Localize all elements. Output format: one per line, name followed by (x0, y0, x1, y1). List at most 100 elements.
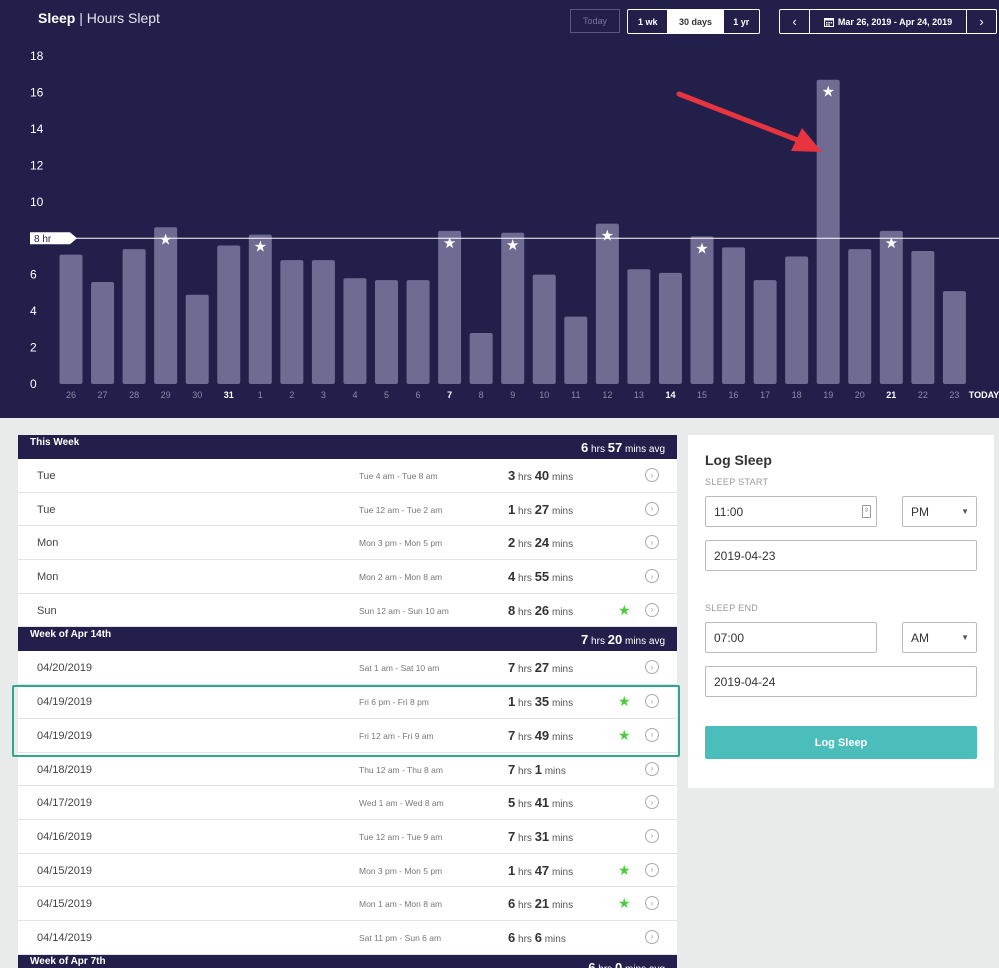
range-1-year-button[interactable]: 1 yr (724, 10, 759, 33)
range-1-week-button[interactable]: 1 wk (628, 10, 667, 33)
chevron-right-circle-icon[interactable]: › (645, 501, 659, 516)
row-mins-unit: mins (551, 505, 574, 517)
chart-bar (690, 236, 714, 384)
sleep-log-row[interactable]: Sun Sun 12 am - Sun 10 am 8 hrs 26 mins ★ › (18, 593, 677, 628)
chart-bar (595, 223, 619, 384)
chart-bar (217, 245, 241, 384)
row-mins-unit: mins (551, 832, 574, 844)
row-duration: 6 hrs 6 mins (508, 930, 566, 945)
chart-bar (564, 316, 588, 384)
row-hrs: 7 (508, 828, 516, 844)
row-mins: 26 (534, 602, 550, 618)
row-mins: 27 (534, 660, 550, 676)
week-avg-hrs: 7 (581, 632, 589, 648)
chevron-right-circle-icon[interactable]: › (645, 602, 659, 617)
x-tick-label: 23 (949, 390, 959, 400)
chevron-right-circle-icon[interactable]: › (645, 929, 659, 944)
sleep-log-row[interactable]: 04/14/2019 Sat 11 pm - Sun 6 am 6 hrs 6 mi… (18, 920, 677, 955)
sleep-end-time-input[interactable]: 07:00 (705, 622, 877, 653)
x-tick-label: 30 (192, 390, 202, 400)
row-day: 04/15/2019 (37, 864, 93, 877)
sleep-start-label: SLEEP START (705, 477, 769, 487)
row-hrs: 6 (508, 929, 516, 945)
sleep-log-row[interactable]: 04/15/2019 Mon 1 am - Mon 8 am 6 hrs 21 mi… (18, 887, 677, 921)
today-button[interactable]: Today (570, 9, 620, 33)
y-tick-label: 14 (30, 122, 44, 136)
row-mins-unit: mins (551, 539, 574, 551)
sleep-start-date-input[interactable]: 2019-04-23 (705, 540, 977, 571)
sleep-log-row[interactable]: Mon Mon 3 pm - Mon 5 pm 2 hrs 24 mins › (18, 526, 677, 561)
sleep-end-ampm-select[interactable]: AM ▼ (902, 622, 977, 653)
sleep-chart-panel: 024681012141618★★★★★★★★8 hr2627282930311… (0, 0, 999, 418)
chart-bar (280, 260, 304, 384)
row-day: Tue (37, 503, 56, 516)
row-duration: 8 hrs 26 mins (508, 603, 573, 618)
row-mins: 24 (534, 535, 550, 551)
chevron-right-circle-icon[interactable]: › (645, 535, 659, 550)
chevron-right-circle-icon[interactable]: › (645, 896, 659, 911)
row-mins: 55 (534, 569, 550, 585)
log-sleep-title: Log Sleep (705, 452, 772, 468)
sleep-log-row[interactable]: 04/16/2019 Tue 12 am - Tue 9 am 7 hrs 31 m… (18, 819, 677, 854)
y-tick-label: 10 (30, 195, 44, 209)
x-tick-label: 7 (447, 390, 452, 400)
chart-bar (942, 291, 966, 384)
row-day: Mon (37, 571, 59, 584)
row-mins-unit: mins (551, 866, 574, 878)
chart-bar (532, 274, 556, 384)
row-mins-unit: mins (551, 573, 574, 585)
chevron-right-circle-icon[interactable]: › (645, 761, 659, 776)
x-tick-label: 10 (539, 390, 549, 400)
row-mins-unit: mins (551, 664, 574, 676)
goal-star-icon: ★ (695, 240, 708, 257)
row-hrs: 1 (508, 862, 516, 878)
row-time-range: Thu 12 am - Thu 8 am (359, 764, 443, 775)
week-name: This Week (30, 436, 80, 448)
caret-down-icon: ▼ (961, 633, 969, 642)
row-mins: 27 (534, 501, 550, 517)
goal-star-icon: ★ (821, 84, 834, 101)
chevron-right-icon[interactable]: › (967, 10, 996, 33)
range-30-days-button[interactable]: 30 days (667, 10, 724, 33)
sleep-start-ampm-select[interactable]: PM ▼ (902, 496, 977, 527)
chart-bar (59, 254, 83, 384)
x-tick-label: 29 (161, 390, 171, 400)
y-tick-label: 6 (30, 268, 37, 282)
date-range-picker[interactable]: Mar 26, 2019 - Apr 24, 2019 (809, 10, 967, 33)
sleep-log-row[interactable]: Tue Tue 4 am - Tue 8 am 3 hrs 40 mins › (18, 459, 677, 493)
row-hrs: 4 (508, 569, 516, 585)
row-duration: 7 hrs 1 mins (508, 762, 566, 777)
row-day: 04/17/2019 (37, 797, 93, 810)
log-sleep-button[interactable]: Log Sleep (705, 726, 977, 759)
sleep-log-row[interactable]: 04/20/2019 Sat 1 am - Sat 10 am 7 hrs 27 m… (18, 651, 677, 686)
chart-bar (311, 260, 335, 384)
row-hrs: 6 (508, 896, 516, 912)
chevron-right-circle-icon[interactable]: › (645, 795, 659, 810)
chevron-right-circle-icon[interactable]: › (645, 569, 659, 584)
chevron-right-circle-icon[interactable]: › (645, 828, 659, 843)
row-mins: 21 (534, 896, 550, 912)
row-day: 04/14/2019 (37, 931, 93, 944)
sleep-log-row[interactable]: 04/17/2019 Wed 1 am - Wed 8 am 5 hrs 41 mi… (18, 786, 677, 820)
y-tick-label: 12 (30, 158, 44, 172)
chart-bar (185, 294, 209, 384)
row-duration: 1 hrs 47 mins (508, 863, 573, 878)
row-hrs: 2 (508, 535, 516, 551)
x-tick-label: 3 (321, 390, 326, 400)
x-tick-label: 26 (66, 390, 76, 400)
chevron-right-circle-icon[interactable]: › (645, 660, 659, 675)
sleep-log-row[interactable]: 04/15/2019 Mon 3 pm - Mon 5 pm 1 hrs 47 mi… (18, 853, 677, 888)
sleep-log-row[interactable]: Tue Tue 12 am - Tue 2 am 1 hrs 27 mins › (18, 492, 677, 527)
chevron-right-circle-icon[interactable]: › (645, 468, 659, 482)
sleep-start-time-input[interactable]: 11:00 ⇳ (705, 496, 877, 527)
week-header: This Week 6 hrs 57 mins avg (18, 435, 677, 459)
sleep-log-row[interactable]: Mon Mon 2 am - Mon 8 am 4 hrs 55 mins › (18, 560, 677, 594)
goal-label: 8 hr (34, 234, 52, 245)
x-tick-label: 21 (886, 390, 896, 400)
chevron-right-circle-icon[interactable]: › (645, 862, 659, 877)
week-avg-hrs: 6 (588, 959, 596, 968)
sleep-end-date-input[interactable]: 2019-04-24 (705, 666, 977, 697)
time-spinner-icon[interactable]: ⇳ (862, 505, 871, 518)
sleep-log-row[interactable]: 04/18/2019 Thu 12 am - Thu 8 am 7 hrs 1 mi… (18, 752, 677, 787)
chevron-left-icon[interactable]: ‹ (780, 10, 809, 33)
